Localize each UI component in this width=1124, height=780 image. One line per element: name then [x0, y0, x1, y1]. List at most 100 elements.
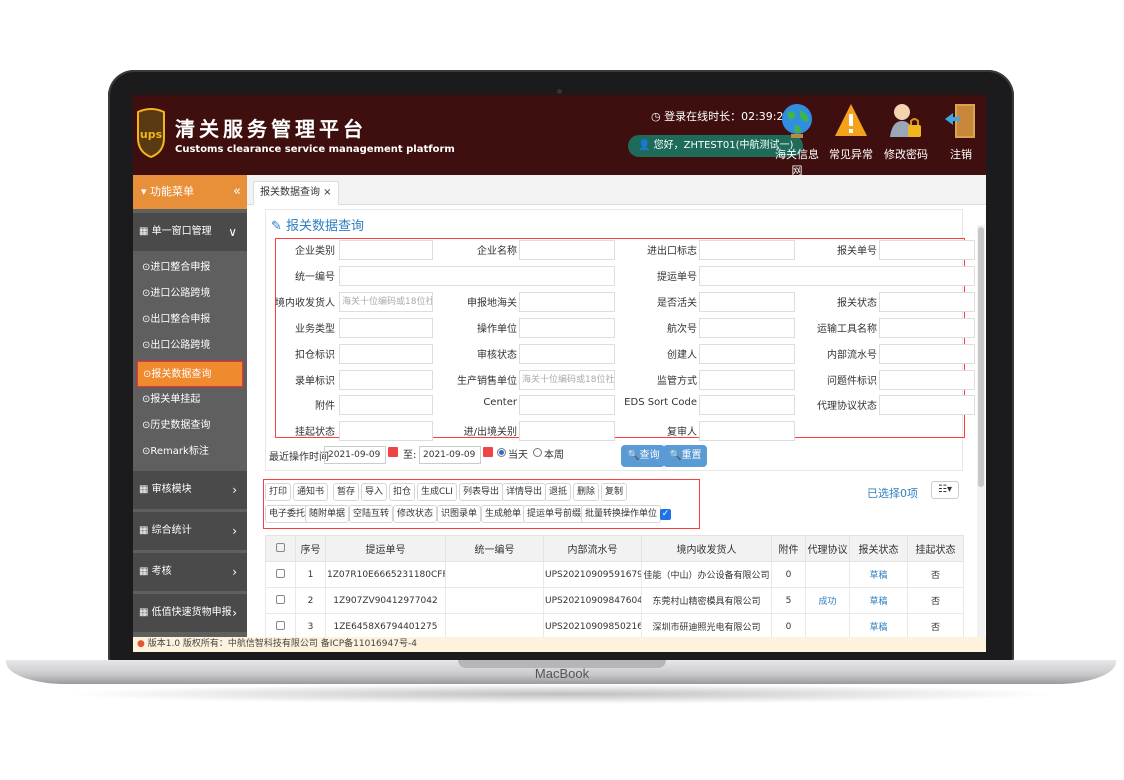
- print-button[interactable]: 打印: [265, 483, 292, 501]
- generate-manifest-button[interactable]: 生成舱单: [481, 505, 526, 523]
- sidebar-item-declaration-hold[interactable]: ⊙报关单挂起: [133, 387, 247, 413]
- center-input[interactable]: [519, 395, 615, 415]
- bill-of-lading-input[interactable]: [699, 266, 975, 286]
- agency-status-input[interactable]: [879, 395, 975, 415]
- selected-count: 已选择0项: [867, 487, 918, 500]
- problem-flag-input[interactable]: [879, 370, 975, 390]
- eds-sort-code-input[interactable]: [699, 395, 795, 415]
- radio-week[interactable]: [533, 448, 542, 457]
- sidebar: ▾ 功能菜单 « ▦ 单一窗口管理 ∨ ⊙进口整合申报 ⊙进口公路跨境 ⊙出口整…: [133, 175, 247, 637]
- status-link[interactable]: 草稿: [849, 587, 908, 614]
- sidebar-item-import-declare[interactable]: ⊙进口整合申报: [133, 255, 247, 281]
- sidebar-item-export-declare[interactable]: ⊙出口整合申报: [133, 307, 247, 333]
- tab-declaration-query[interactable]: 报关数据查询 ×: [253, 181, 339, 205]
- table-header: 统一编号: [445, 535, 544, 562]
- sidebar-item-history-query[interactable]: ⊙历史数据查询: [133, 413, 247, 439]
- voyage-no-input[interactable]: [699, 318, 795, 338]
- enterprise-type-input[interactable]: [339, 240, 433, 260]
- agency-link[interactable]: 成功: [805, 587, 850, 614]
- table-row[interactable]: 2 1Z907ZV90412977042 UPS20210909847604​9…: [265, 587, 964, 614]
- serial-no-input[interactable]: [879, 344, 975, 364]
- refund-button[interactable]: 退抵: [545, 483, 572, 501]
- import-export-flag-input[interactable]: [699, 240, 795, 260]
- notice-button[interactable]: 通知书: [293, 483, 329, 501]
- collapse-chevron-icon[interactable]: «: [233, 175, 241, 209]
- sidebar-item-export-road[interactable]: ⊙出口公路跨境: [133, 333, 247, 359]
- image-entry-button[interactable]: 识图录单: [437, 505, 482, 523]
- batch-convert-button[interactable]: 批量转换操作单位: [581, 505, 662, 523]
- menu-header[interactable]: ▾ 功能菜单 «: [133, 175, 247, 209]
- checkbox[interactable]: [276, 620, 285, 630]
- common-issues-button[interactable]: 常见异常: [826, 101, 876, 162]
- declaration-no-input[interactable]: [879, 240, 975, 260]
- unified-no-input[interactable]: [339, 266, 615, 286]
- table-row[interactable]: 3 1ZE6458X6794401275 UPS20210909850216​7…: [265, 613, 964, 640]
- change-status-button[interactable]: 修改状态: [393, 505, 438, 523]
- sidebar-group-single-window[interactable]: ▦ 单一窗口管理 ∨: [133, 213, 247, 251]
- reset-button[interactable]: 🔍重置: [663, 445, 708, 467]
- audit-status-input[interactable]: [519, 344, 615, 364]
- scrollbar-thumb[interactable]: [978, 227, 984, 487]
- export-list-button[interactable]: 列表导出: [459, 483, 504, 501]
- sidebar-item-remark[interactable]: ⊙Remark标注: [133, 439, 247, 465]
- sidebar-group-assessment[interactable]: ▦ 考核 ›: [133, 553, 247, 591]
- calendar-icon[interactable]: [483, 447, 493, 457]
- status-link[interactable]: 草稿: [849, 561, 908, 588]
- sidebar-group-low-value[interactable]: ▦ 低值快速货物申报 ›: [133, 594, 247, 632]
- sidebar-item-declaration-query[interactable]: ⊙报关数据查询: [137, 361, 243, 387]
- declaration-status-input[interactable]: [879, 292, 975, 312]
- row-select[interactable]: [265, 613, 296, 640]
- date-from-input[interactable]: 2021-09-09: [324, 446, 386, 464]
- column-view-button[interactable]: ☷▾: [931, 481, 959, 499]
- export-detail-button[interactable]: 详情导出: [502, 483, 547, 501]
- sidebar-item-import-road[interactable]: ⊙进口公路跨境: [133, 281, 247, 307]
- entry-flag-input[interactable]: [339, 370, 433, 390]
- copy-button[interactable]: 复制: [601, 483, 628, 501]
- port-input[interactable]: [519, 421, 615, 441]
- toolbar-checkbox[interactable]: ✓: [660, 509, 671, 520]
- hold-button[interactable]: 扣仓: [389, 483, 416, 501]
- bill-prefix-button[interactable]: 提运单号前缀: [523, 505, 586, 523]
- hold-flag-input[interactable]: [339, 344, 433, 364]
- creator-input[interactable]: [699, 344, 795, 364]
- business-type-input[interactable]: [339, 318, 433, 338]
- row-select[interactable]: [265, 561, 296, 588]
- checkbox[interactable]: [276, 542, 285, 552]
- status-link[interactable]: 草稿: [849, 613, 908, 640]
- radio-today[interactable]: [497, 448, 506, 457]
- air-land-switch-button[interactable]: 空陆互转: [349, 505, 394, 523]
- generate-cli-button[interactable]: 生成CLI: [417, 483, 457, 501]
- customs-info-button[interactable]: 海关信息网: [772, 101, 822, 178]
- main-content: 报关数据查询 × ✎ 报关数据查询 企业类别 企业名称 进出口标志 报关单号 统…: [247, 175, 986, 640]
- hold-status-input[interactable]: [339, 421, 433, 441]
- producer-input[interactable]: 海关十位编码或18位社会: [519, 370, 615, 390]
- checkbox[interactable]: [276, 568, 285, 578]
- logout-button[interactable]: 注销: [936, 101, 986, 162]
- delete-button[interactable]: 删除: [573, 483, 600, 501]
- attached-docs-button[interactable]: 随附单据: [305, 505, 350, 523]
- declare-customs-input[interactable]: [519, 292, 615, 312]
- table-row[interactable]: 1 1Z07R10E6665231180CFF UPS2021090959167…: [265, 561, 964, 588]
- checkbox[interactable]: [276, 594, 285, 604]
- query-button[interactable]: 🔍查询: [621, 445, 666, 467]
- attachment-input[interactable]: [339, 395, 433, 415]
- consignee-input[interactable]: 海关十位编码或18位社会: [339, 292, 433, 312]
- calendar-icon[interactable]: [388, 447, 398, 457]
- change-password-button[interactable]: 修改密码: [881, 101, 931, 162]
- sidebar-group-audit[interactable]: ▦ 审核模块 ›: [133, 471, 247, 509]
- import-button[interactable]: 导入: [361, 483, 388, 501]
- save-draft-button[interactable]: 暂存: [333, 483, 360, 501]
- date-to-input[interactable]: 2021-09-09: [419, 446, 481, 464]
- sidebar-item-label: 出口公路跨境: [150, 340, 211, 351]
- enterprise-name-input[interactable]: [519, 240, 615, 260]
- row-select[interactable]: [265, 587, 296, 614]
- operating-unit-input[interactable]: [519, 318, 615, 338]
- header-select-all[interactable]: [265, 535, 296, 562]
- supervision-mode-input[interactable]: [699, 370, 795, 390]
- reviewer-input[interactable]: [699, 421, 795, 441]
- transport-name-input[interactable]: [879, 318, 975, 338]
- live-customs-input[interactable]: [699, 292, 795, 312]
- menu-arrow-icon: ▾: [141, 185, 147, 198]
- sidebar-group-stats[interactable]: ▦ 综合统计 ›: [133, 512, 247, 550]
- e-entrust-button[interactable]: 电子委托: [265, 505, 310, 523]
